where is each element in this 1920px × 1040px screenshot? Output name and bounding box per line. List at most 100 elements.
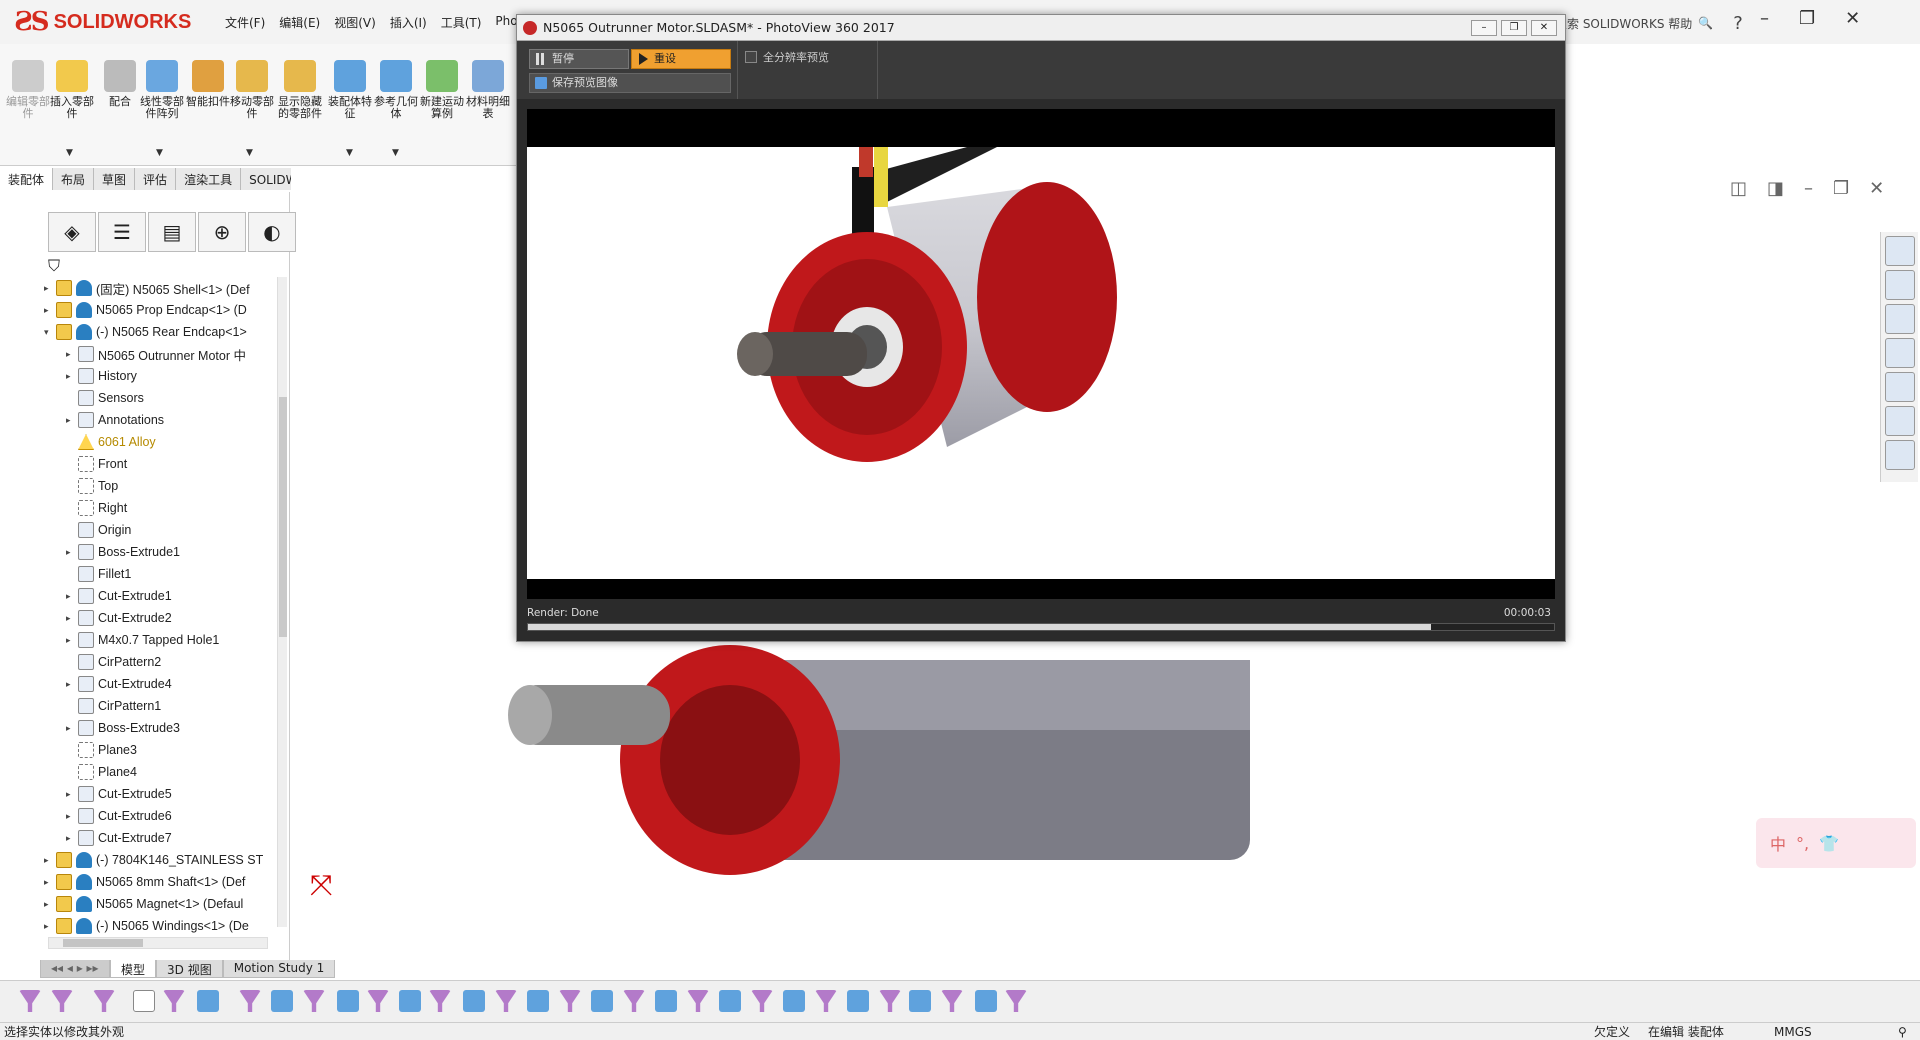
tree-item[interactable]: Front	[44, 453, 276, 475]
tree-item[interactable]: ▸ Boss-Extrude3	[44, 717, 276, 739]
tree-expander-icon[interactable]: ▸	[66, 635, 78, 646]
restore-view-icon[interactable]: ◫	[1730, 178, 1747, 199]
ime-toolbar[interactable]: 中 °, 👕	[1756, 818, 1916, 868]
tree-item[interactable]: ▸ (-) 7804K146_STAINLESS ST	[44, 849, 276, 871]
tree-expander-icon[interactable]: ▾	[44, 327, 56, 338]
select-tool-icon[interactable]	[130, 987, 158, 1015]
command-tab[interactable]: 装配体	[0, 168, 54, 190]
tree-item[interactable]: ▸ Cut-Extrude2	[44, 607, 276, 629]
selection-filter-icon[interactable]	[748, 987, 776, 1015]
selection-filter-icon[interactable]	[16, 987, 44, 1015]
ribbon-button[interactable]: 新建运动算例	[420, 60, 464, 120]
dropdown-caret-icon[interactable]: ▼	[156, 148, 163, 158]
photoview-close-button[interactable]: ✕	[1531, 19, 1557, 36]
ribbon-button[interactable]: 材料明细表	[466, 60, 510, 120]
tree-expander-icon[interactable]: ▸	[66, 547, 78, 558]
command-tab[interactable]: 渲染工具	[176, 168, 242, 190]
bottom-tab[interactable]: 3D 视图	[156, 960, 223, 978]
tree-expander-icon[interactable]: ▸	[44, 899, 56, 910]
ribbon-button[interactable]: 线性零部件阵列	[140, 60, 184, 120]
ribbon-button[interactable]: 显示隐藏的零部件	[278, 60, 322, 120]
selection-filter-icon[interactable]	[684, 987, 712, 1015]
tree-expander-icon[interactable]: ▸	[66, 415, 78, 426]
ribbon-button[interactable]: 参考几何体	[374, 60, 418, 120]
tree-expander-icon[interactable]: ▸	[66, 679, 78, 690]
tree-item[interactable]: Sensors	[44, 387, 276, 409]
tree-item[interactable]: ▸ Boss-Extrude1	[44, 541, 276, 563]
units-selector[interactable]: MMGS	[1774, 1025, 1812, 1039]
full-resolution-toggle[interactable]: 全分辨率预览	[745, 49, 829, 65]
photoview-minimize-button[interactable]: –	[1471, 19, 1497, 36]
selection-filter-icon[interactable]	[194, 987, 222, 1015]
tree-expander-icon[interactable]: ▸	[66, 789, 78, 800]
tree-item[interactable]: ▸ N5065 Prop Endcap<1> (D	[44, 299, 276, 321]
ribbon-button[interactable]: 智能扣件	[186, 60, 230, 108]
help-icon[interactable]: ?	[1733, 13, 1743, 34]
selection-filter-icon[interactable]	[938, 987, 966, 1015]
command-tab[interactable]: 布局	[53, 168, 95, 190]
selection-filter-icon[interactable]	[364, 987, 392, 1015]
tree-horizontal-scrollbar[interactable]	[48, 937, 268, 949]
tree-item[interactable]: Top	[44, 475, 276, 497]
tree-item[interactable]: ▸ Cut-Extrude5	[44, 783, 276, 805]
filter-icon[interactable]: ⛉	[48, 256, 60, 276]
selection-filter-icon[interactable]	[716, 987, 744, 1015]
help-search[interactable]: 搜索 SOLIDWORKS 帮助 🔍 ?	[1555, 12, 1755, 34]
tile-view-icon[interactable]: ◨	[1767, 178, 1784, 199]
selection-filter-icon[interactable]	[1002, 987, 1030, 1015]
tree-item[interactable]: ▸ N5065 Magnet<1> (Defaul	[44, 893, 276, 915]
tree-item[interactable]: 6061 Alloy	[44, 431, 276, 453]
selection-filter-icon[interactable]	[620, 987, 648, 1015]
selection-filter-icon[interactable]	[972, 987, 1000, 1015]
pause-button[interactable]: 暂停	[529, 49, 629, 69]
minimize-button[interactable]: –	[1760, 8, 1769, 29]
tree-item[interactable]: ▸ (-) N5065 Windings<1> (De	[44, 915, 276, 937]
ime-mode-label[interactable]: 中	[1770, 831, 1786, 855]
selection-filter-icon[interactable]	[780, 987, 808, 1015]
selection-filter-icon[interactable]	[524, 987, 552, 1015]
selection-filter-icon[interactable]	[876, 987, 904, 1015]
dropdown-caret-icon[interactable]: ▼	[246, 148, 253, 158]
selection-filter-icon[interactable]	[556, 987, 584, 1015]
forum-icon[interactable]	[1885, 440, 1915, 470]
selection-filter-icon[interactable]	[812, 987, 840, 1015]
viewport-maximize-button[interactable]: ❐	[1833, 178, 1849, 199]
selection-filter-icon[interactable]	[160, 987, 188, 1015]
ribbon-button[interactable]: 配合	[98, 60, 142, 108]
tree-item[interactable]: Plane4	[44, 761, 276, 783]
tree-item[interactable]: ▸ History	[44, 365, 276, 387]
feature-tree-tab-icon[interactable]: ◈	[48, 212, 96, 252]
tree-item[interactable]: Origin	[44, 519, 276, 541]
selection-filter-icon[interactable]	[396, 987, 424, 1015]
solidworks-logo[interactable]: ƧS SOLIDWORKS	[14, 6, 191, 38]
ribbon-button[interactable]: 编辑零部件	[6, 60, 50, 120]
tree-item[interactable]: ▸ Cut-Extrude1	[44, 585, 276, 607]
menu-item[interactable]: 文件(F)	[225, 14, 265, 31]
selection-filter-icon[interactable]	[236, 987, 264, 1015]
tree-scrollbar[interactable]	[277, 277, 287, 927]
save-preview-button[interactable]: 保存预览图像	[529, 73, 731, 93]
tree-expander-icon[interactable]: ▸	[44, 283, 56, 294]
view-palette-icon[interactable]	[1885, 338, 1915, 368]
reset-button[interactable]: 重设	[631, 49, 731, 69]
tree-expander-icon[interactable]: ▸	[44, 305, 56, 316]
tree-expander-icon[interactable]: ▸	[44, 877, 56, 888]
tree-expander-icon[interactable]: ▸	[44, 921, 56, 932]
tree-item[interactable]: ▸ M4x0.7 Tapped Hole1	[44, 629, 276, 651]
close-button[interactable]: ✕	[1845, 8, 1860, 29]
selection-filter-icon[interactable]	[588, 987, 616, 1015]
selection-filter-icon[interactable]	[48, 987, 76, 1015]
tree-item[interactable]: ▸ (固定) N5065 Shell<1> (Def	[44, 277, 276, 299]
command-tab[interactable]: 评估	[135, 168, 177, 190]
dropdown-caret-icon[interactable]: ▼	[346, 148, 353, 158]
tree-expander-icon[interactable]: ▸	[66, 833, 78, 844]
tree-expander-icon[interactable]: ▸	[66, 591, 78, 602]
display-manager-tab-icon[interactable]: ◐	[248, 212, 296, 252]
selection-filter-icon[interactable]	[906, 987, 934, 1015]
dropdown-caret-icon[interactable]: ▼	[66, 148, 73, 158]
tree-item[interactable]: ▸ N5065 8mm Shaft<1> (Def	[44, 871, 276, 893]
dimxpert-tab-icon[interactable]: ⊕	[198, 212, 246, 252]
selection-filter-icon[interactable]	[426, 987, 454, 1015]
selection-filter-icon[interactable]	[492, 987, 520, 1015]
menu-item[interactable]: 工具(T)	[441, 14, 482, 31]
